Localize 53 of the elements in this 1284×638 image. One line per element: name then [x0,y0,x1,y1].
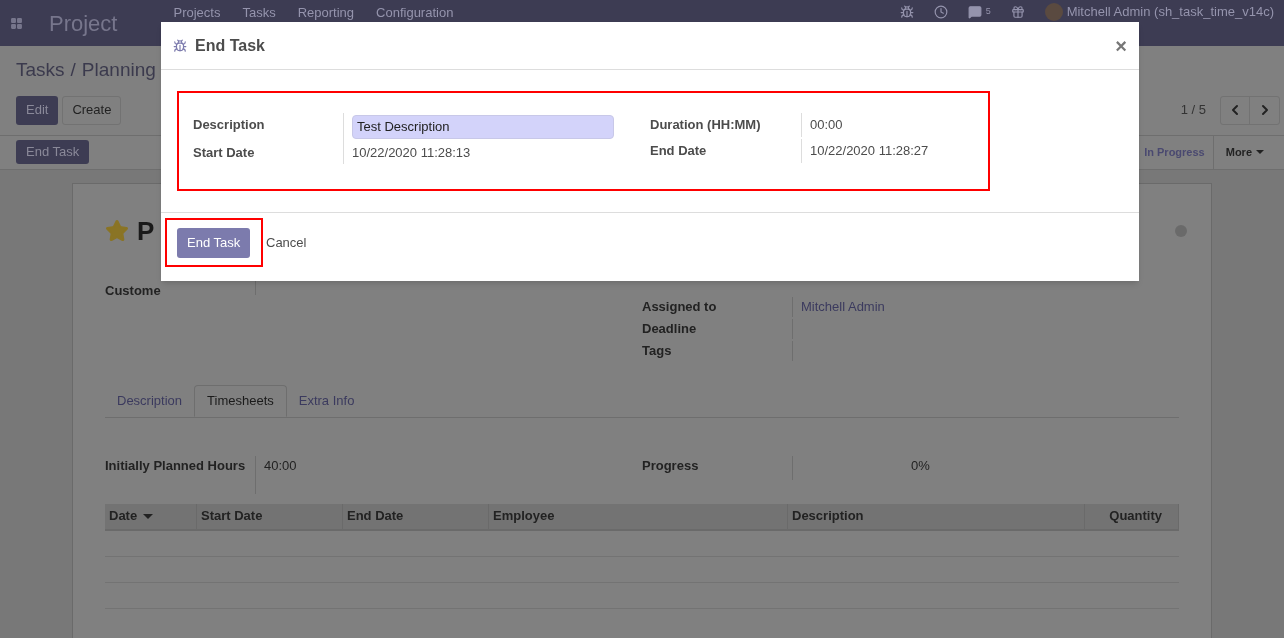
more-button[interactable]: More [1212,135,1268,169]
create-button[interactable]: Create [62,95,122,125]
gift-icon[interactable] [1010,4,1025,19]
field-label: Deadline [642,319,698,338]
bug-icon [173,38,187,53]
field-value: 00:00 [810,117,843,132]
chat-icon[interactable] [967,4,982,19]
task-title: P [137,214,155,248]
field-label: Description [193,116,266,134]
breadcrumb-separator: / [70,58,76,82]
assignee-link[interactable]: Mitchell Admin [801,298,885,314]
field-value: 10/22/2020 11:28:27 [810,143,929,158]
column-header[interactable]: Quantity [1085,503,1179,529]
cancel-button[interactable]: Cancel [266,232,307,253]
tab[interactable]: Extra Info [286,384,367,417]
end-task-button[interactable]: End Task [16,140,90,164]
tab[interactable]: Description [105,384,195,417]
dialog-title: End Task [195,35,265,56]
column-header[interactable]: Employee [489,503,788,529]
field-label: Start Date [193,143,256,162]
apps-menu-icon[interactable] [10,16,23,30]
breadcrumb-link[interactable]: Tasks [16,56,65,85]
user-name[interactable]: Mitchell Admin (sh_task_time_v14c) [1066,2,1274,22]
column-header[interactable]: Date [105,503,197,529]
field-label: End Date [650,142,708,160]
menu-item[interactable]: Reporting [297,3,355,23]
field-label: Custome [105,281,162,300]
clock-icon[interactable] [933,4,948,19]
app-name: Project [49,9,118,38]
breadcrumb-current: Planning [81,58,156,82]
field-value: 40:00 [264,457,297,473]
pager: 1 / 5 [1180,101,1206,120]
column-header[interactable]: Start Date [197,503,343,529]
field-label: Duration (HH:MM) [650,116,762,134]
star-icon[interactable] [105,219,129,243]
end-task-button[interactable]: End Task [177,227,251,258]
bug-icon[interactable] [899,4,914,19]
description-field[interactable]: Test Description [352,115,614,139]
field-value: 10/22/2020 11:28:13 [352,144,471,160]
field-label: Progress [642,456,700,475]
field-label: Assigned to [642,297,718,316]
menu-item[interactable]: Configuration [376,3,454,23]
edit-button[interactable]: Edit [16,95,59,125]
menu-item[interactable]: Projects [173,3,221,23]
column-header[interactable]: Description [788,503,1085,529]
field-label: Tags [642,341,673,360]
column-header[interactable]: End Date [343,503,489,529]
field-label: Initially Planned Hours [105,456,247,475]
close-button[interactable]: × [1115,35,1127,56]
menu-item[interactable]: Tasks [242,3,276,23]
chat-count: 5 [985,4,991,18]
tab[interactable]: Timesheets [194,384,287,417]
progress-value: 0% [911,457,930,473]
